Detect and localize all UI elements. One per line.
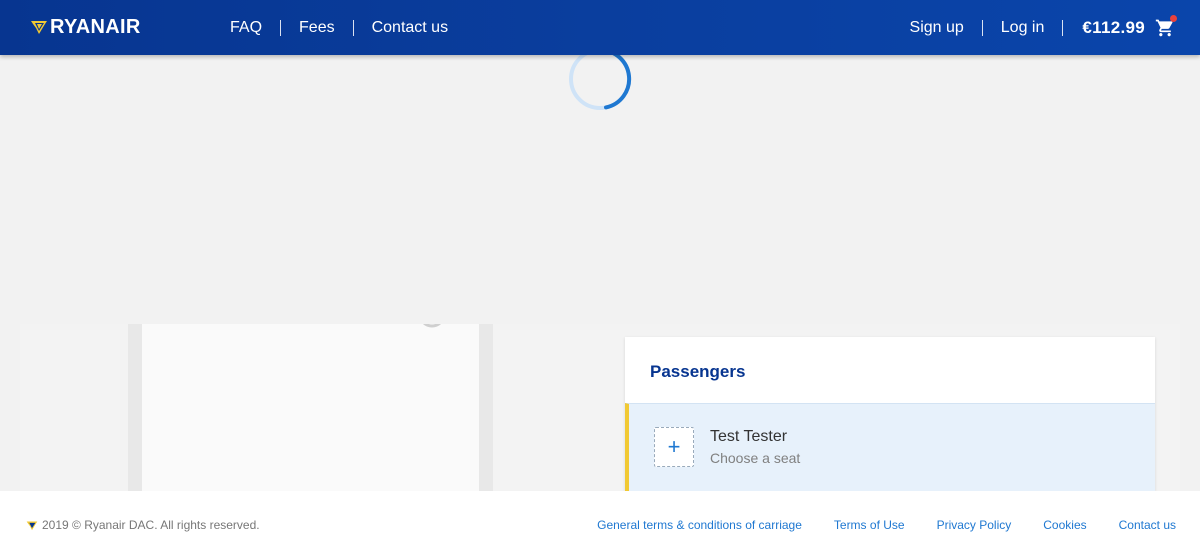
left-wing [20,324,128,491]
seat-map-spinner-icon [423,324,441,328]
ryanair-logo[interactable]: RYANAIR [30,15,141,39]
footer-link-privacy-policy[interactable]: Privacy Policy [937,518,1012,532]
harp-logo-icon [26,521,38,530]
cart-button[interactable] [1155,14,1177,38]
brand-name: RYANAIR [50,15,141,38]
nav-contact-us[interactable]: Contact us [354,19,466,36]
footer-links: General terms & conditions of carriage T… [597,518,1176,532]
footer-link-cookies[interactable]: Cookies [1043,518,1086,532]
footer-link-contact-us[interactable]: Contact us [1119,518,1176,532]
harp-logo-icon [31,21,47,34]
copyright: 2019 © Ryanair DAC. All rights reserved. [26,518,260,532]
log-in-link[interactable]: Log in [983,19,1063,36]
sign-up-link[interactable]: Sign up [892,19,982,36]
cart-badge [1170,14,1177,22]
fuselage [142,324,479,491]
loading-spinner-icon [568,47,632,111]
main-nav: FAQ Fees Contact us [212,0,466,55]
copyright-text: 2019 © Ryanair DAC. All rights reserved. [42,518,260,532]
top-header: RYANAIR FAQ Fees Contact us Sign up Log … [0,0,1200,55]
fuselage-edge-right [479,324,493,491]
passenger-row[interactable]: + Test Tester Choose a seat [625,403,1155,491]
seat-status: Choose a seat [710,450,801,466]
nav-fees[interactable]: Fees [281,19,353,36]
footer-link-terms-of-use[interactable]: Terms of Use [834,518,905,532]
passengers-title: Passengers [650,362,746,381]
passenger-name: Test Tester [710,428,788,445]
account-nav: Sign up Log in €112.99 [892,0,1200,55]
cart-total[interactable]: €112.99 [1063,18,1155,38]
footer-link-terms-carriage[interactable]: General terms & conditions of carriage [597,518,802,532]
passengers-panel: Passengers + Test Tester Choose a seat [625,337,1155,491]
fuselage-edge-left [128,324,142,491]
nav-faq[interactable]: FAQ [212,19,280,36]
footer: 2019 © Ryanair DAC. All rights reserved.… [0,491,1200,559]
choose-seat-button[interactable]: + [654,427,694,467]
